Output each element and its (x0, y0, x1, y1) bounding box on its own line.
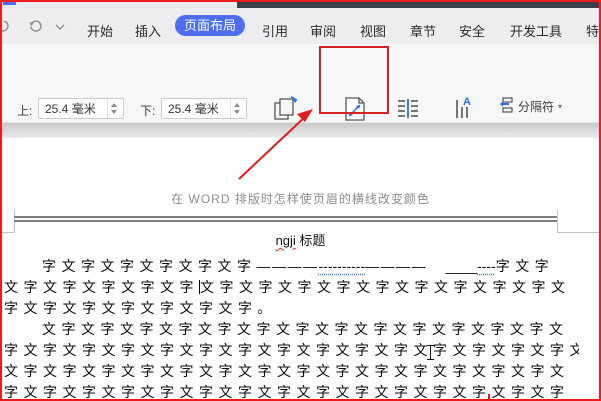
margin-top-input[interactable]: 25.4 毫米 (38, 98, 124, 119)
page-header-text: 在 WORD 排版时怎样使页眉的横线改变颜色 (0, 190, 601, 207)
svg-text:A: A (463, 96, 471, 108)
margin-bottom-input[interactable]: 25.4 毫米 (161, 98, 247, 119)
tab-review[interactable]: 审阅 (310, 21, 336, 37)
menu-bar: 开始 插入 页面布局 引用 审阅 视图 章节 安全 开发工具 特色 (0, 8, 601, 44)
toolbar-chevron-down-icon[interactable] (54, 20, 66, 38)
workspace-gap (0, 123, 601, 138)
title-misspelled-word: ngji (276, 233, 296, 248)
margin-bottom-spinner[interactable] (230, 99, 244, 118)
tab-insert[interactable]: 插入 (135, 21, 161, 37)
tab-features-cropped[interactable]: 特色 (586, 21, 601, 37)
paper-orientation-icon (250, 92, 320, 126)
header-rule-line-bottom (14, 220, 557, 222)
body-line-2: 文字文字文字文字文字文字文字文字文字文字文字文字文字文字文 (4, 277, 579, 298)
margin-top-spinner[interactable] (107, 99, 121, 118)
body-line-1: 字文字文字文字文字文字————----------———— ____----字文… (4, 256, 579, 277)
tab-page-layout-active[interactable]: 页面布局 (175, 15, 245, 36)
tab-home[interactable]: 开始 (87, 21, 113, 37)
breaks-button[interactable]: 分隔符 ▾ (497, 97, 562, 115)
margin-bottom-label: 下: (140, 102, 155, 119)
text-direction-icon: A (432, 92, 494, 126)
tab-view[interactable]: 视图 (360, 21, 386, 37)
breaks-icon (497, 97, 514, 116)
undo-icon[interactable] (0, 18, 10, 39)
document-title: ngji 标题 (0, 230, 601, 249)
body-line-7: 字文字文字文字文字文字文字文字文字文字文字文字文字文字文字 (4, 382, 579, 401)
body-line-4: 文字文字文字文字文字文字文字文字文字文字文字文字文字文 (4, 319, 579, 340)
margin-top-value: 25.4 毫米 (45, 102, 96, 116)
redo-icon[interactable] (28, 18, 44, 39)
margin-top-label: 上: (17, 102, 32, 119)
paper-size-icon (320, 92, 390, 126)
red-tick-mark (488, 394, 490, 400)
body-line-6: 文字文字文字文字文字文字文字文字文字文字文字文字文字文字文 (4, 361, 579, 382)
document-page[interactable]: 在 WORD 排版时怎样使页眉的横线改变颜色 ngji 标题 字文字文字文字文字… (0, 138, 601, 401)
body-line-3: 字文字文字文字文字文字文字。 (4, 298, 579, 319)
body-line-5: 字文字文字文字文字文字文字文字文字文字文字文字文字文字文字文字 (4, 340, 579, 361)
tab-section[interactable]: 章节 (410, 21, 436, 37)
columns-icon (385, 92, 431, 126)
titlebar-blue-fragment (3, 0, 16, 5)
titlebar-dark-strip (237, 0, 601, 8)
tab-developer[interactable]: 开发工具 (510, 21, 562, 37)
tab-security[interactable]: 安全 (459, 21, 485, 37)
chevron-down-icon: ▾ (558, 102, 562, 111)
ribbon-page-layout: ▾ 上: 25.4 毫米 下: 25.4 毫米 左: 31.8 毫米 右: 31… (0, 44, 601, 123)
header-rule-line-top (14, 216, 557, 218)
ibeam-cursor (426, 345, 435, 360)
titlebar-sliver (0, 0, 601, 8)
wps-word-window: 开始 插入 页面布局 引用 审阅 视图 章节 安全 开发工具 特色 ▾ 上: 2… (0, 0, 601, 401)
margin-bottom-value: 25.4 毫米 (168, 102, 219, 116)
tab-references[interactable]: 引用 (262, 21, 288, 37)
